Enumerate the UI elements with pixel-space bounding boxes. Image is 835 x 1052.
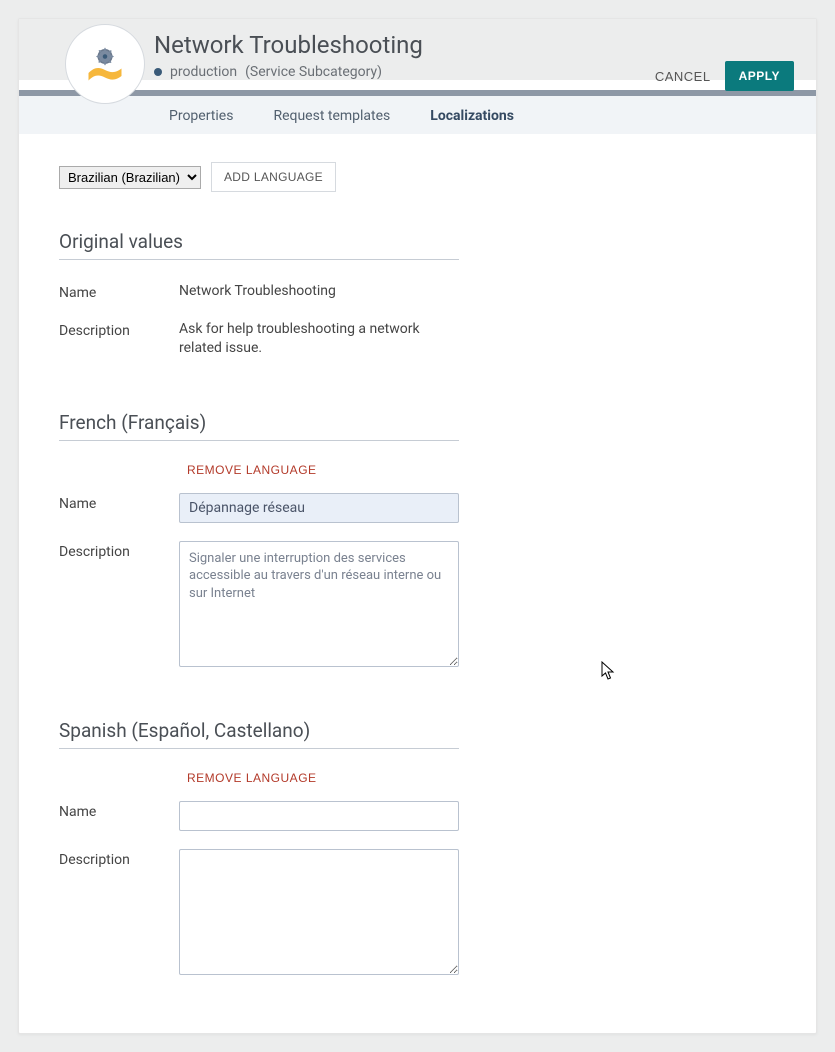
french-desc-textarea[interactable]	[179, 541, 459, 667]
french-name-label: Name	[59, 493, 179, 512]
section-title-spanish: Spanish (Español, Castellano)	[59, 719, 459, 749]
tab-properties[interactable]: Properties	[169, 108, 233, 124]
french-name-input[interactable]	[179, 493, 459, 523]
env-dot-icon	[154, 68, 162, 76]
remove-language-french-button[interactable]: REMOVE LANGUAGE	[187, 463, 317, 477]
tab-request-templates[interactable]: Request templates	[273, 108, 390, 124]
tabbar: Properties Request templates Localizatio…	[19, 96, 816, 134]
original-name-value: Network Troubleshooting	[179, 282, 336, 302]
service-icon	[65, 24, 145, 104]
page-title: Network Troubleshooting	[154, 31, 794, 59]
original-desc-value: Ask for help troubleshooting a network r…	[179, 320, 459, 359]
french-desc-label: Description	[59, 541, 179, 560]
spanish-desc-label: Description	[59, 849, 179, 868]
language-select[interactable]: Brazilian (Brazilian)	[59, 166, 201, 189]
type-label: (Service Subcategory)	[245, 64, 382, 80]
apply-button[interactable]: APPLY	[725, 61, 794, 91]
section-title-original: Original values	[59, 230, 459, 260]
add-language-button[interactable]: ADD LANGUAGE	[211, 162, 336, 192]
cancel-button[interactable]: CANCEL	[655, 69, 711, 84]
remove-language-spanish-button[interactable]: REMOVE LANGUAGE	[187, 771, 317, 785]
spanish-name-label: Name	[59, 801, 179, 820]
tab-localizations[interactable]: Localizations	[430, 108, 514, 124]
section-title-french: French (Français)	[59, 411, 459, 441]
spanish-name-input[interactable]	[179, 801, 459, 831]
env-label: production	[170, 64, 237, 80]
original-desc-label: Description	[59, 320, 179, 339]
original-name-label: Name	[59, 282, 179, 301]
spanish-desc-textarea[interactable]	[179, 849, 459, 975]
